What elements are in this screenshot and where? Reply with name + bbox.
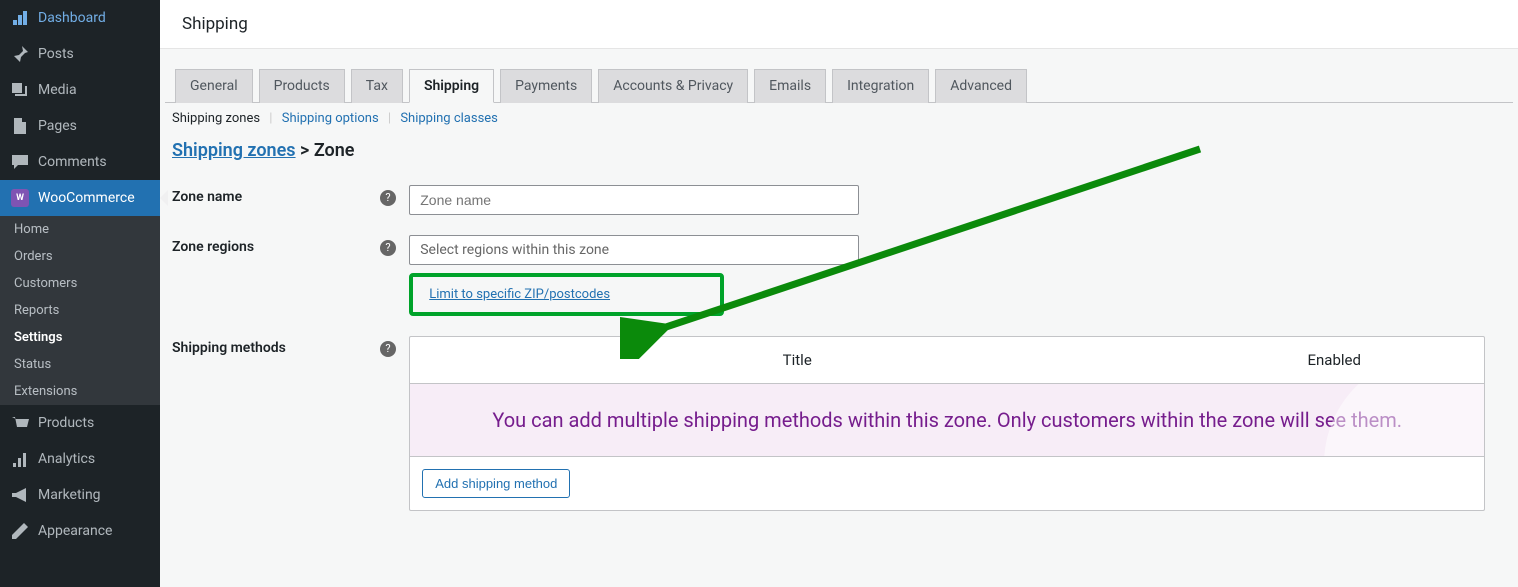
products-icon <box>10 413 30 433</box>
pin-icon <box>10 44 30 64</box>
page-title: Shipping <box>182 14 248 34</box>
sidebar-label: Posts <box>38 46 74 62</box>
separator: | <box>388 111 391 126</box>
sidebar-label: Comments <box>38 154 107 170</box>
submenu-settings[interactable]: Settings <box>0 324 160 351</box>
appearance-icon <box>10 521 30 541</box>
sidebar-label: Pages <box>38 118 77 134</box>
sidebar-item-analytics[interactable]: Analytics <box>0 441 160 477</box>
submenu-customers[interactable]: Customers <box>0 270 160 297</box>
help-icon[interactable]: ? <box>380 240 396 256</box>
tab-emails[interactable]: Emails <box>754 69 826 103</box>
dashboard-icon <box>10 8 30 28</box>
submenu-reports[interactable]: Reports <box>0 297 160 324</box>
separator: | <box>269 111 272 126</box>
comments-icon <box>10 152 30 172</box>
sidebar-item-comments[interactable]: Comments <box>0 144 160 180</box>
tab-shipping[interactable]: Shipping <box>409 69 494 103</box>
tab-integration[interactable]: Integration <box>832 69 929 103</box>
methods-footer: Add shipping method <box>409 457 1485 511</box>
submenu-extensions[interactable]: Extensions <box>0 378 160 405</box>
main-content: Shipping General Products Tax Shipping P… <box>160 0 1518 587</box>
submenu-orders[interactable]: Orders <box>0 243 160 270</box>
col-enabled: Enabled <box>1184 337 1484 383</box>
tab-products[interactable]: Products <box>259 69 345 103</box>
sidebar-label: WooCommerce <box>38 190 135 206</box>
sidebar-item-marketing[interactable]: Marketing <box>0 477 160 513</box>
zone-name-label: Zone name <box>160 175 370 225</box>
zone-form: Zone name ? Zone regions ? Select region… <box>160 175 1518 521</box>
subnav-classes[interactable]: Shipping classes <box>400 111 498 126</box>
breadcrumb-current: Zone <box>314 140 355 161</box>
sidebar-label: Products <box>38 415 94 431</box>
limit-postcodes-highlight: Limit to specific ZIP/postcodes <box>409 273 724 316</box>
shipping-methods-label: Shipping methods <box>160 326 370 521</box>
methods-header-row: Title Enabled <box>409 336 1485 384</box>
sidebar-label: Appearance <box>38 523 112 539</box>
help-icon[interactable]: ? <box>380 341 396 357</box>
submenu-status[interactable]: Status <box>0 351 160 378</box>
sidebar-item-appearance[interactable]: Appearance <box>0 513 160 549</box>
tab-payments[interactable]: Payments <box>500 69 592 103</box>
tab-accounts[interactable]: Accounts & Privacy <box>598 69 748 103</box>
col-title: Title <box>410 337 1184 383</box>
limit-postcodes-link[interactable]: Limit to specific ZIP/postcodes <box>429 287 610 302</box>
sidebar-item-pages[interactable]: Pages <box>0 108 160 144</box>
methods-empty-message: You can add multiple shipping methods wi… <box>409 384 1485 457</box>
page-header: Shipping <box>160 0 1518 49</box>
admin-sidebar: Dashboard Posts Media Pages Comments W W… <box>0 0 160 587</box>
sidebar-item-woocommerce[interactable]: W WooCommerce <box>0 180 160 216</box>
tab-general[interactable]: General <box>175 69 253 103</box>
settings-tabs: General Products Tax Shipping Payments A… <box>165 69 1513 103</box>
help-icon[interactable]: ? <box>380 190 396 206</box>
tab-advanced[interactable]: Advanced <box>935 69 1027 103</box>
breadcrumb: Shipping zones > Zone <box>160 134 1518 175</box>
sidebar-item-posts[interactable]: Posts <box>0 36 160 72</box>
sidebar-item-media[interactable]: Media <box>0 72 160 108</box>
analytics-icon <box>10 449 30 469</box>
sidebar-item-products[interactable]: Products <box>0 405 160 441</box>
zone-regions-select[interactable]: Select regions within this zone <box>409 235 859 265</box>
subnav-zones[interactable]: Shipping zones <box>172 111 260 126</box>
zone-regions-label: Zone regions <box>160 225 370 326</box>
media-icon <box>10 80 30 100</box>
woocommerce-submenu: Home Orders Customers Reports Settings S… <box>0 216 160 405</box>
shipping-methods-table: Title Enabled You can add multiple shipp… <box>409 336 1485 511</box>
woocommerce-icon: W <box>10 188 30 208</box>
sub-navigation: Shipping zones | Shipping options | Ship… <box>160 103 1518 134</box>
sidebar-label: Analytics <box>38 451 95 467</box>
zone-name-input[interactable] <box>409 185 859 215</box>
breadcrumb-sep: > <box>296 140 314 161</box>
sidebar-label: Media <box>38 82 77 98</box>
add-shipping-method-button[interactable]: Add shipping method <box>422 469 570 498</box>
submenu-home[interactable]: Home <box>0 216 160 243</box>
tab-tax[interactable]: Tax <box>351 69 403 103</box>
breadcrumb-zones-link[interactable]: Shipping zones <box>172 140 296 161</box>
pages-icon <box>10 116 30 136</box>
sidebar-item-dashboard[interactable]: Dashboard <box>0 0 160 36</box>
marketing-icon <box>10 485 30 505</box>
subnav-options[interactable]: Shipping options <box>282 111 379 126</box>
sidebar-label: Marketing <box>38 487 101 503</box>
sidebar-label: Dashboard <box>38 10 106 26</box>
